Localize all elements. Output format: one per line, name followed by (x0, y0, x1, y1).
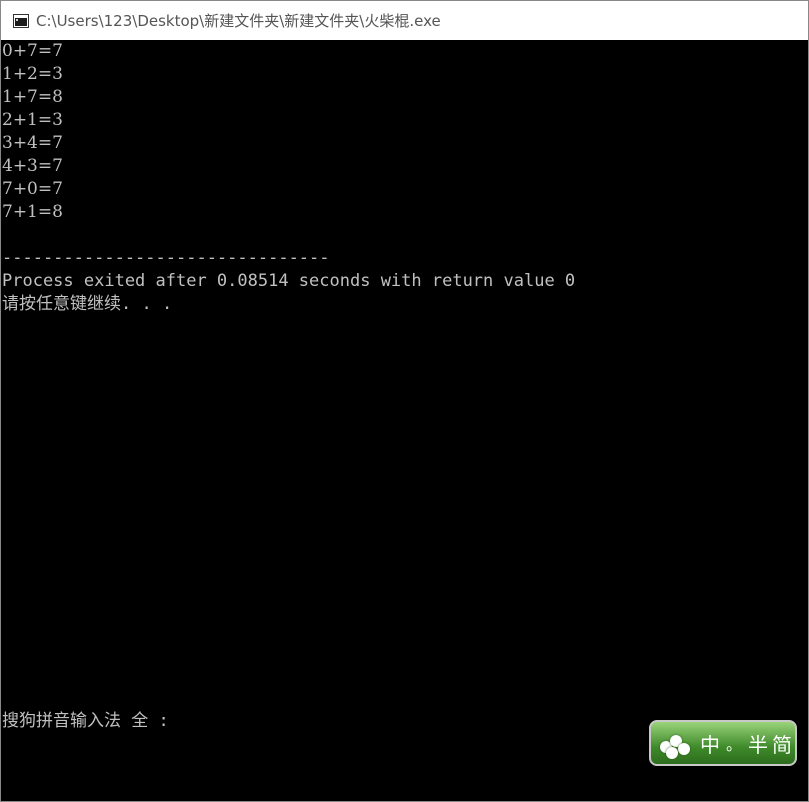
sogou-flower-icon (654, 723, 700, 763)
window-title: C:\Users\123\Desktop\新建文件夹\新建文件夹\火柴棍.exe (36, 12, 441, 30)
ime-toolbar[interactable]: 中 。 半 简 (649, 720, 797, 766)
result-line: 7+0=7 (2, 179, 63, 199)
console-app-icon (13, 13, 29, 28)
result-line: 1+7=8 (2, 87, 63, 107)
ime-mode-toggle[interactable]: 中 (700, 729, 720, 758)
separator-line: -------------------------------- (2, 248, 330, 268)
console-window: C:\Users\123\Desktop\新建文件夹\新建文件夹\火柴棍.exe… (0, 0, 809, 802)
ime-status-line: 搜狗拼音输入法 全 : (2, 711, 169, 731)
result-line: 7+1=8 (2, 202, 63, 222)
result-line: 0+7=7 (2, 41, 63, 61)
process-exit-message: Process exited after 0.08514 seconds wit… (2, 271, 576, 291)
ime-width-toggle[interactable]: 半 (748, 729, 768, 758)
result-line: 2+1=3 (2, 110, 63, 130)
result-line: 1+2=3 (2, 64, 63, 84)
result-line: 3+4=7 (2, 133, 63, 153)
ime-punctuation-toggle[interactable]: 。 (726, 731, 742, 755)
result-line: 4+3=7 (2, 156, 63, 176)
ime-charset-toggle[interactable]: 简 (772, 729, 792, 758)
console-output[interactable]: 0+7=7 1+2=3 1+7=8 2+1=3 3+4=7 4+3=7 7+0=… (1, 40, 808, 801)
title-bar[interactable]: C:\Users\123\Desktop\新建文件夹\新建文件夹\火柴棍.exe (1, 1, 808, 40)
press-any-key-prompt: 请按任意键继续. . . (2, 294, 173, 314)
